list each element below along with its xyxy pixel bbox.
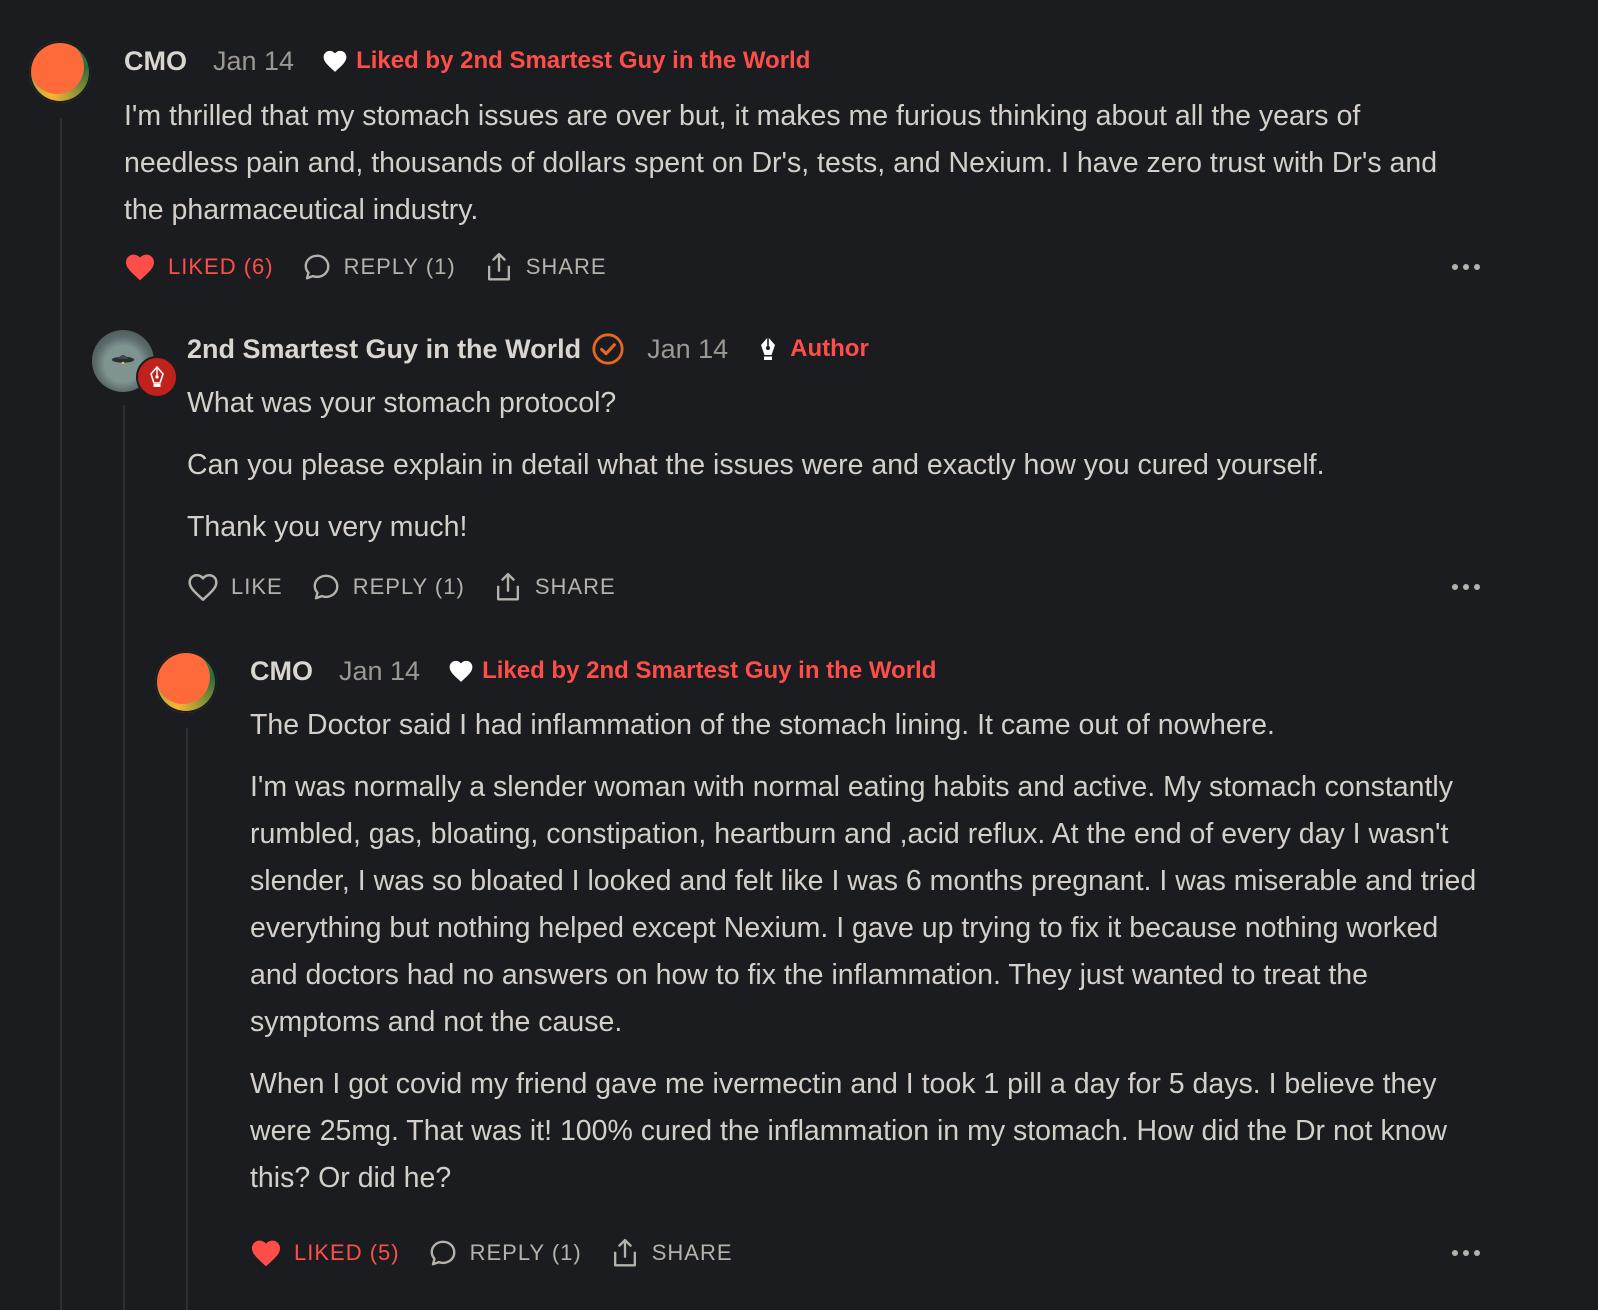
- share-icon: [613, 1238, 636, 1267]
- heart-icon: [449, 660, 473, 682]
- liked-by-badge: Liked by 2nd Smartest Guy in the World: [322, 47, 810, 75]
- comment-date[interactable]: Jan 14: [647, 334, 728, 365]
- comment-paragraph: I'm thrilled that my stomach issues are …: [124, 100, 1438, 226]
- more-icon-dot: [1474, 584, 1480, 590]
- like-label: LIKED (6): [168, 254, 274, 279]
- more-options-button[interactable]: [1452, 1250, 1480, 1256]
- comment-date[interactable]: Jan 14: [213, 46, 294, 77]
- heart-icon: [323, 50, 347, 72]
- more-icon-dot: [1474, 1250, 1480, 1256]
- comment-paragraph: Thank you very much!: [187, 511, 468, 543]
- comment-paragraph: What was your stomach protocol?: [187, 387, 617, 419]
- like-label: LIKE: [231, 574, 283, 599]
- author-name[interactable]: 2nd Smartest Guy in the World: [187, 334, 581, 365]
- reply-label: REPLY (1): [352, 574, 465, 599]
- fountain-pen-icon: [761, 337, 776, 360]
- more-icon-dot: [1463, 264, 1469, 270]
- thread-line-level-1: [60, 118, 62, 1310]
- speech-bubble-icon: [430, 1240, 456, 1266]
- comment-body: What was your stomach protocol? Can you …: [187, 380, 1487, 566]
- comment-header: 2nd Smartest Guy in the World Jan 14 Aut…: [187, 329, 869, 369]
- avatar[interactable]: [29, 41, 91, 103]
- more-icon-dot: [1452, 584, 1458, 590]
- liked-by-badge: Liked by 2nd Smartest Guy in the World: [448, 657, 936, 685]
- avatar[interactable]: [155, 651, 217, 713]
- comment-header: CMO Jan 14 Liked by 2nd Smartest Guy in …: [124, 41, 810, 81]
- author-tag: Author: [758, 335, 869, 363]
- verified-check-icon: [591, 332, 625, 366]
- author-name[interactable]: CMO: [250, 656, 313, 687]
- more-icon-dot: [1463, 584, 1469, 590]
- heart-icon: [126, 254, 154, 281]
- like-button[interactable]: LIKED (5): [250, 1238, 400, 1268]
- reply-button[interactable]: REPLY (1): [428, 1238, 582, 1268]
- comment-actions: LIKED (6) REPLY (1) SHARE: [124, 249, 1480, 285]
- more-icon-dot: [1474, 264, 1480, 270]
- comment-actions: LIKE REPLY (1) SHARE: [187, 569, 1480, 605]
- share-icon: [496, 572, 519, 601]
- author-name[interactable]: CMO: [124, 46, 187, 77]
- fountain-pen-icon: [150, 366, 164, 387]
- thread-line-level-2: [123, 405, 125, 1310]
- liked-by-text: Liked by 2nd Smartest Guy in the World: [356, 47, 811, 74]
- share-icon: [487, 252, 510, 281]
- reply-button[interactable]: REPLY (1): [302, 252, 456, 282]
- comment-body: I'm thrilled that my stomach issues are …: [124, 93, 1480, 249]
- like-button[interactable]: LIKED (6): [124, 252, 274, 282]
- comment-actions: LIKED (5) REPLY (1) SHARE: [250, 1235, 1480, 1271]
- reply-label: REPLY (1): [469, 1240, 582, 1265]
- author-tag-label: Author: [790, 335, 869, 362]
- share-label: SHARE: [525, 254, 607, 279]
- reply-button[interactable]: REPLY (1): [311, 572, 465, 602]
- like-button[interactable]: LIKE: [187, 572, 283, 602]
- thread-line-level-3: [186, 728, 188, 1310]
- share-label: SHARE: [534, 574, 616, 599]
- comment-body: The Doctor said I had inflammation of th…: [250, 702, 1480, 1217]
- comment-date[interactable]: Jan 14: [339, 656, 420, 687]
- heart-icon: [252, 1240, 280, 1267]
- avatar[interactable]: [92, 330, 178, 398]
- ufo-icon: [111, 355, 135, 364]
- share-button[interactable]: SHARE: [484, 251, 607, 283]
- speech-bubble-icon: [304, 254, 330, 280]
- like-label: LIKED (5): [294, 1240, 400, 1265]
- more-icon-dot: [1452, 264, 1458, 270]
- share-button[interactable]: SHARE: [610, 1237, 733, 1269]
- comment-header: CMO Jan 14 Liked by 2nd Smartest Guy in …: [250, 651, 936, 691]
- share-button[interactable]: SHARE: [493, 571, 616, 603]
- author-badge: [136, 356, 178, 398]
- speech-bubble-icon: [313, 574, 339, 600]
- more-icon-dot: [1452, 1250, 1458, 1256]
- comment-paragraph: Can you please explain in detail what th…: [187, 449, 1325, 481]
- comment-paragraph: The Doctor said I had inflammation of th…: [250, 709, 1275, 741]
- more-options-button[interactable]: [1452, 584, 1480, 590]
- comment-paragraph: When I got covid my friend gave me iverm…: [250, 1068, 1448, 1194]
- more-options-button[interactable]: [1452, 264, 1480, 270]
- liked-by-text: Liked by 2nd Smartest Guy in the World: [482, 657, 937, 684]
- share-label: SHARE: [651, 1240, 733, 1265]
- comment-paragraph: I'm was normally a slender woman with no…: [250, 771, 1477, 1038]
- heart-outline-icon: [188, 574, 218, 601]
- more-icon-dot: [1463, 1250, 1469, 1256]
- reply-label: REPLY (1): [343, 254, 456, 279]
